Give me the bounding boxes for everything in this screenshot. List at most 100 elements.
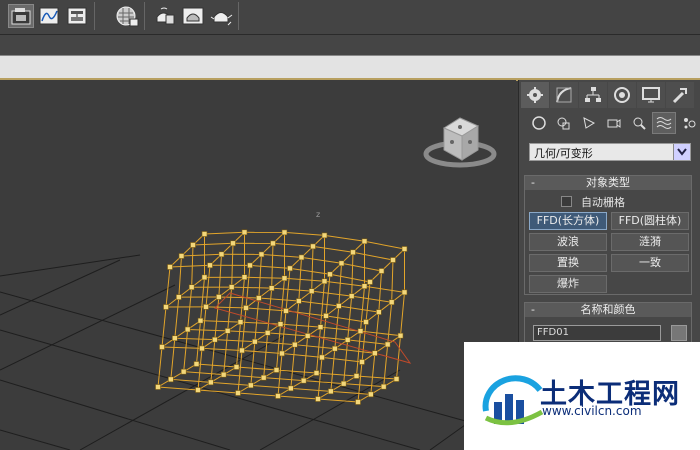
control-point[interactable] (336, 303, 342, 309)
ripple-button[interactable]: 涟漪 (611, 233, 689, 251)
control-point[interactable] (188, 284, 195, 291)
control-point[interactable] (388, 299, 395, 306)
control-point[interactable] (264, 330, 271, 336)
control-point[interactable] (268, 285, 275, 291)
control-point[interactable] (193, 361, 200, 367)
control-point[interactable] (401, 246, 408, 252)
lights-icon[interactable] (577, 112, 601, 134)
control-point[interactable] (348, 293, 355, 299)
control-point[interactable] (239, 347, 245, 354)
control-point[interactable] (224, 328, 231, 334)
control-point[interactable] (327, 271, 333, 278)
control-point[interactable] (212, 336, 218, 343)
control-point[interactable] (380, 383, 387, 390)
control-point[interactable] (355, 399, 361, 405)
create-icon[interactable] (521, 82, 549, 108)
control-point[interactable] (368, 391, 374, 398)
control-point[interactable] (390, 257, 396, 263)
control-point[interactable] (283, 308, 289, 314)
control-point[interactable] (203, 304, 209, 310)
object-name-field[interactable]: FFD01 (533, 325, 661, 341)
control-point[interactable] (350, 249, 356, 256)
control-point[interactable] (361, 238, 368, 245)
control-point[interactable] (338, 260, 345, 267)
control-point[interactable] (184, 326, 191, 333)
control-point[interactable] (252, 338, 258, 345)
control-point[interactable] (281, 229, 288, 236)
control-point[interactable] (308, 288, 315, 294)
schematic-view-icon[interactable] (64, 4, 90, 28)
control-point[interactable] (359, 359, 365, 365)
control-point[interactable] (256, 295, 262, 301)
rendered-frame-icon[interactable] (180, 4, 206, 28)
category-dropdown[interactable]: 几何/可变形 (529, 143, 691, 161)
control-point[interactable] (281, 275, 288, 282)
control-point[interactable] (292, 341, 298, 348)
perspective-viewport[interactable]: z (0, 80, 516, 450)
object-color-swatch[interactable] (671, 325, 687, 341)
control-point[interactable] (321, 278, 328, 285)
ffd-box-button[interactable]: FFD(长方体) (529, 212, 607, 230)
control-point[interactable] (287, 265, 293, 272)
control-point[interactable] (300, 377, 307, 384)
control-point[interactable] (288, 385, 294, 392)
control-point[interactable] (208, 379, 214, 386)
control-point[interactable] (190, 242, 196, 248)
control-point[interactable] (172, 335, 178, 342)
control-point[interactable] (260, 374, 267, 381)
control-point[interactable] (235, 390, 241, 396)
control-point[interactable] (270, 240, 276, 247)
control-point[interactable] (237, 319, 244, 325)
name-color-header[interactable]: - 名称和颜色 (525, 303, 691, 317)
control-point[interactable] (378, 268, 385, 274)
control-point[interactable] (258, 251, 265, 258)
control-point[interactable] (241, 229, 248, 236)
space-warps-icon[interactable] (652, 112, 676, 134)
control-point[interactable] (273, 367, 280, 373)
control-point[interactable] (361, 283, 368, 289)
modify-icon[interactable] (550, 82, 578, 108)
control-point[interactable] (296, 298, 302, 304)
control-point[interactable] (230, 240, 236, 247)
control-point[interactable] (313, 370, 320, 376)
control-point[interactable] (178, 253, 185, 259)
shapes-icon[interactable] (552, 112, 576, 134)
autogrid-checkbox[interactable] (561, 196, 572, 207)
control-point[interactable] (216, 294, 222, 300)
object-type-header[interactable]: - 对象类型 (525, 176, 691, 190)
control-point[interactable] (228, 284, 235, 290)
control-point[interactable] (310, 243, 316, 250)
control-point[interactable] (168, 376, 174, 383)
control-point[interactable] (353, 373, 360, 379)
control-point[interactable] (344, 337, 351, 343)
geometry-icon[interactable] (527, 112, 551, 134)
control-point[interactable] (218, 251, 225, 258)
ffd-lattice[interactable] (155, 229, 412, 405)
control-point[interactable] (243, 305, 249, 311)
control-point[interactable] (401, 289, 408, 296)
displace-button[interactable]: 置换 (529, 254, 607, 272)
control-point[interactable] (241, 274, 248, 280)
control-point[interactable] (319, 354, 325, 361)
chevron-down-icon[interactable] (673, 144, 690, 160)
render-setup-icon[interactable] (152, 4, 178, 28)
control-point[interactable] (207, 262, 213, 269)
control-point[interactable] (340, 380, 347, 387)
control-point[interactable] (163, 304, 169, 310)
control-point[interactable] (167, 264, 173, 270)
helpers-icon[interactable] (627, 112, 651, 134)
control-point[interactable] (199, 345, 205, 352)
control-point[interactable] (201, 231, 208, 237)
control-point[interactable] (195, 387, 201, 393)
hierarchy-icon[interactable] (579, 82, 607, 108)
viewcube[interactable] (423, 117, 497, 168)
control-point[interactable] (372, 350, 378, 357)
control-point[interactable] (247, 262, 253, 269)
cameras-icon[interactable] (602, 112, 626, 134)
control-point[interactable] (159, 344, 165, 350)
utilities-icon[interactable] (666, 82, 694, 108)
control-point[interactable] (275, 393, 281, 399)
control-point[interactable] (321, 232, 328, 239)
control-point[interactable] (397, 332, 404, 339)
curve-editor-icon[interactable] (36, 4, 62, 28)
